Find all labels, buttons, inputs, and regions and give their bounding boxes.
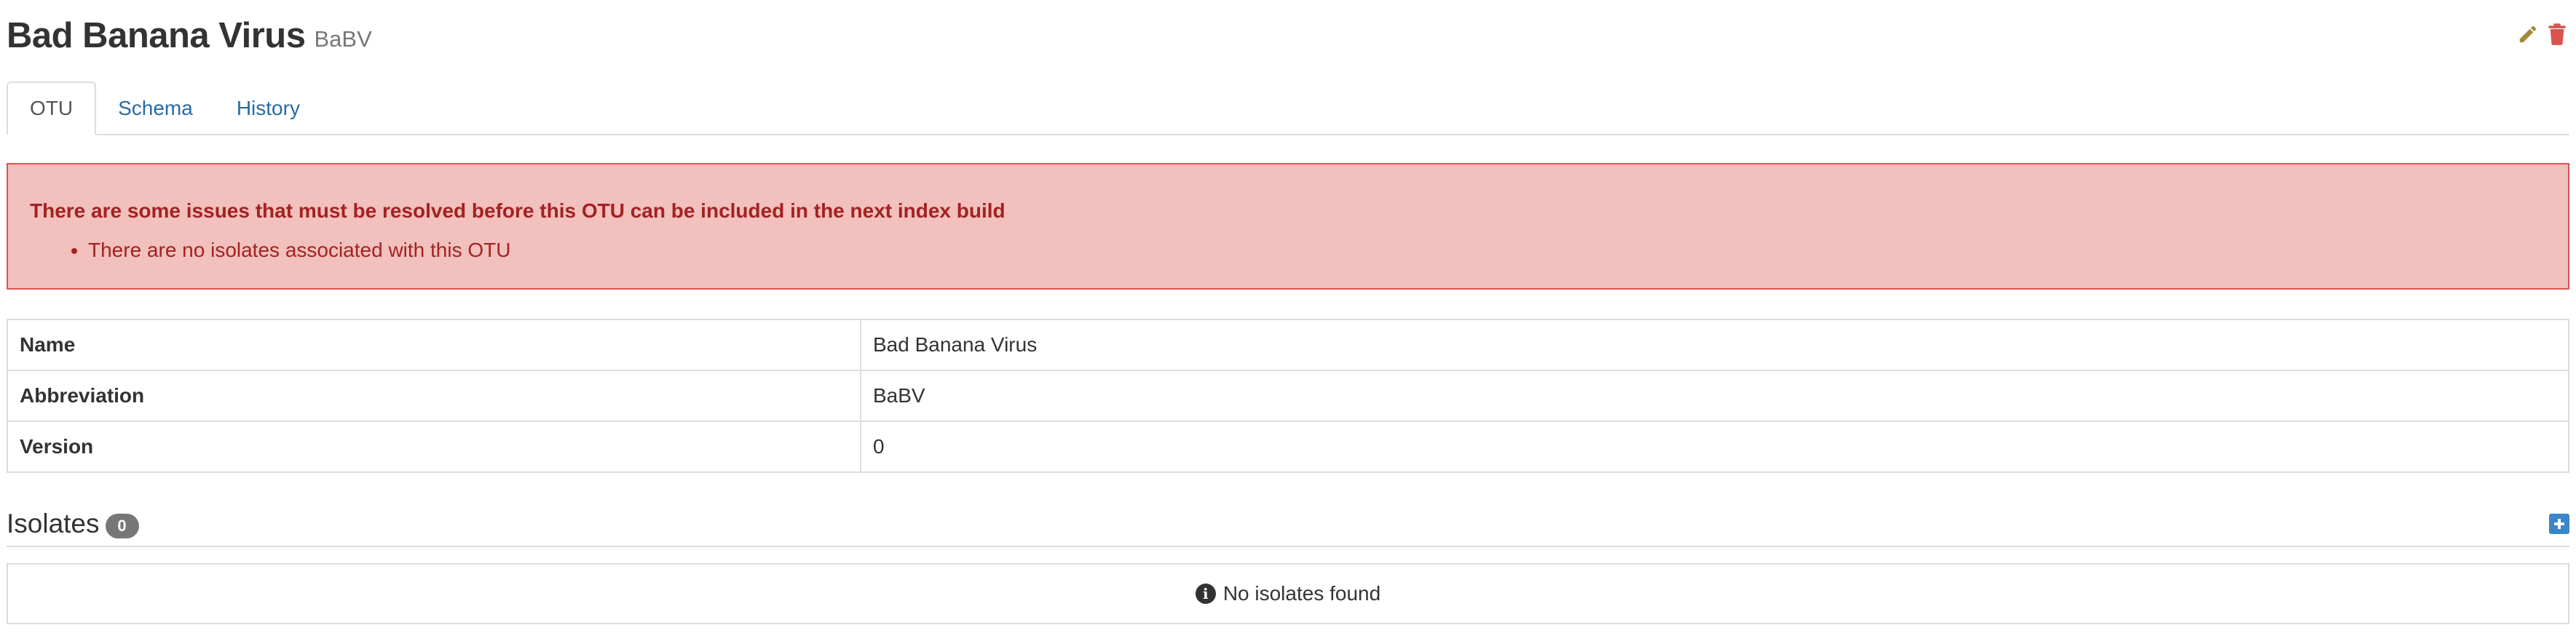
table-row: Abbreviation BaBV — [7, 370, 2569, 422]
abbreviation-label: Abbreviation — [7, 370, 861, 422]
alert-title: There are some issues that must be resol… — [30, 199, 1005, 222]
abbreviation-value: BaBV — [860, 370, 2569, 422]
tab-history[interactable]: History — [215, 83, 322, 134]
name-value: Bad Banana Virus — [860, 319, 2569, 371]
header-actions — [2516, 22, 2569, 47]
trash-icon[interactable] — [2545, 22, 2569, 47]
no-isolates-message: No isolates found — [1222, 582, 1381, 605]
info-circle-icon: i — [1195, 584, 1216, 604]
pencil-icon[interactable] — [2516, 22, 2540, 47]
plus-square-icon[interactable] — [2549, 514, 2569, 534]
tab-otu[interactable]: OTU — [7, 81, 97, 135]
index-build-issues-alert: There are some issues that must be resol… — [7, 163, 2569, 290]
table-row: Version 0 — [7, 421, 2569, 473]
isolates-header: Isolates 0 — [7, 502, 2569, 547]
version-value: 0 — [860, 421, 2569, 473]
alert-issue-list: There are no isolates associated with th… — [30, 239, 2546, 262]
name-label: Name — [7, 319, 861, 371]
isolates-count-badge: 0 — [105, 514, 139, 538]
isolates-title: Isolates — [7, 509, 100, 538]
otu-detail-page: Bad Banana Virus BaBV OTU Schema History — [7, 0, 2569, 633]
isolates-empty-panel: i No isolates found — [7, 563, 2569, 624]
otu-header: Bad Banana Virus BaBV — [7, 10, 2569, 61]
tab-schema[interactable]: Schema — [96, 83, 215, 134]
otu-info-table: Name Bad Banana Virus Abbreviation BaBV … — [7, 319, 2569, 473]
otu-tabs: OTU Schema History — [7, 81, 2569, 135]
otu-abbreviation: BaBV — [314, 26, 372, 52]
otu-title: Bad Banana Virus — [7, 16, 306, 55]
table-row: Name Bad Banana Virus — [7, 319, 2569, 371]
version-label: Version — [7, 421, 861, 473]
alert-issue-item: There are no isolates associated with th… — [88, 239, 2546, 262]
